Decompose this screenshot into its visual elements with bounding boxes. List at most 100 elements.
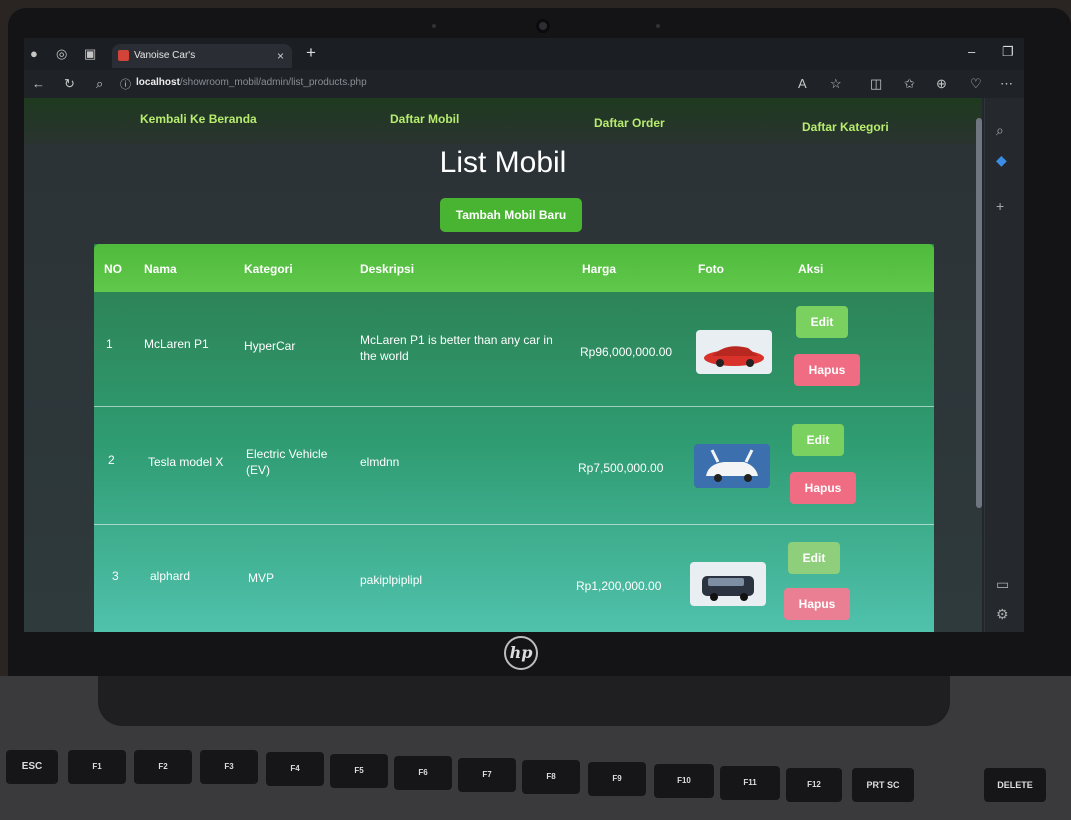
profile-icon[interactable]: ● [30, 46, 38, 61]
address-bar: ← ↻ ⌕ ⓘ localhost/showroom_mobil/admin/l… [24, 70, 1024, 98]
page-scrollbar[interactable] [976, 118, 982, 508]
nav-categories[interactable]: Daftar Kategori [802, 120, 889, 134]
row-name: McLaren P1 [144, 337, 209, 351]
car-image-icon [702, 576, 754, 601]
row-description: elmdnn [360, 455, 400, 469]
extensions-icon[interactable]: ♡ [970, 76, 982, 92]
workspaces-icon[interactable]: ◎ [56, 46, 67, 62]
header-category: Kategori [244, 262, 293, 276]
table-row: 1 McLaren P1 HyperCar McLaren P1 is bett… [94, 292, 934, 408]
url-field[interactable]: localhost/showroom_mobil/admin/list_prod… [136, 77, 367, 88]
sidebar-screen-icon[interactable]: ▭ [996, 576, 1009, 593]
reload-icon[interactable]: ↻ [64, 76, 75, 92]
laptop-hinge [98, 676, 950, 726]
header-price: Harga [582, 262, 617, 276]
bezel-dot [432, 24, 436, 28]
key-f3[interactable]: F3 [200, 750, 258, 784]
new-tab-icon[interactable]: + [306, 43, 316, 63]
web-page: Kembali Ke Beranda Daftar Mobil Daftar O… [24, 98, 982, 632]
header-actions: Aksi [798, 262, 824, 276]
nav-cars[interactable]: Daftar Mobil [390, 112, 459, 126]
bezel-dot [656, 24, 660, 28]
edge-sidebar: ⌕ ◆ + ▭ ⚙ [984, 98, 1024, 632]
nav-home[interactable]: Kembali Ke Beranda [140, 112, 257, 126]
row-no: 2 [108, 453, 115, 467]
row-category: Electric Vehicle (EV) [246, 447, 328, 477]
row-divider [94, 524, 934, 525]
sidebar-search-icon[interactable]: ⌕ [996, 122, 1004, 139]
sidebar-add-icon[interactable]: + [996, 198, 1004, 214]
key-esc[interactable]: ESC [6, 750, 58, 784]
close-tab-icon[interactable]: × [277, 44, 284, 68]
collections-icon[interactable]: ⊕ [936, 76, 947, 92]
header-no: NO [104, 262, 122, 276]
search-icon[interactable]: ⌕ [96, 76, 103, 92]
key-f9[interactable]: F9 [588, 762, 646, 796]
edit-button[interactable]: Edit [796, 306, 848, 338]
read-aloud-icon[interactable]: A [798, 76, 807, 91]
favicon-icon [118, 50, 129, 61]
key-f4[interactable]: F4 [266, 752, 324, 786]
car-image-icon [704, 346, 764, 367]
add-car-button[interactable]: Tambah Mobil Baru [440, 198, 582, 232]
favorites-icon[interactable]: ✩ [904, 76, 915, 92]
key-f2[interactable]: F2 [134, 750, 192, 784]
row-price: Rp1,200,000.00 [576, 579, 662, 593]
nav-orders[interactable]: Daftar Order [594, 116, 665, 130]
key-f12[interactable]: F12 [786, 768, 842, 802]
row-no: 3 [112, 569, 119, 583]
row-price: Rp7,500,000.00 [578, 461, 664, 475]
restore-icon[interactable]: ❐ [1002, 44, 1014, 60]
table-row: 2 Tesla model X Electric Vehicle (EV) el… [94, 408, 934, 524]
more-icon[interactable]: ⋯ [1000, 76, 1013, 92]
edit-button[interactable]: Edit [792, 424, 844, 456]
key-f11[interactable]: F11 [720, 766, 780, 800]
row-no: 1 [106, 337, 113, 351]
key-f10[interactable]: F10 [654, 764, 714, 798]
tab-title: Vanoise Car's [134, 50, 196, 61]
minimize-icon[interactable]: – [968, 44, 975, 59]
header-photo: Foto [698, 262, 724, 276]
hp-logo: hp [504, 636, 538, 670]
delete-button[interactable]: Hapus [790, 472, 856, 504]
key-f6[interactable]: F6 [394, 756, 452, 790]
row-category: MVP [248, 571, 275, 585]
table-header: NO Nama Kategori Deskripsi Harga Foto Ak… [94, 244, 934, 292]
row-description: McLaren P1 is better than any car in the… [360, 333, 553, 363]
top-navigation: Kembali Ke Beranda Daftar Mobil Daftar O… [24, 98, 982, 144]
split-screen-icon[interactable]: ◫ [870, 76, 882, 92]
cars-table: NO Nama Kategori Deskripsi Harga Foto Ak… [94, 244, 934, 632]
favorite-star-icon[interactable]: ☆ [830, 76, 842, 92]
key-f8[interactable]: F8 [522, 760, 580, 794]
url-host: localhost [136, 77, 180, 88]
back-icon[interactable]: ← [32, 76, 45, 91]
key-f1[interactable]: F1 [68, 750, 126, 784]
key-f7[interactable]: F7 [458, 758, 516, 792]
webcam [536, 19, 550, 33]
delete-button[interactable]: Hapus [784, 588, 850, 620]
browser-tab-bar: ● ◎ ▣ Vanoise Car's × + – ❐ [24, 38, 1024, 70]
key-delete[interactable]: DELETE [984, 768, 1046, 802]
sidebar-settings-icon[interactable]: ⚙ [996, 606, 1009, 623]
table-row: 3 alphard MVP pakiplpiplipl Rp1,200,000.… [94, 526, 934, 632]
info-icon[interactable]: ⓘ [120, 76, 131, 92]
tab-actions-icon[interactable]: ▣ [84, 46, 96, 62]
car-photo [694, 444, 770, 488]
screen: ● ◎ ▣ Vanoise Car's × + – ❐ ← ↻ ⌕ ⓘ loca… [24, 38, 1024, 632]
sidebar-tools-icon[interactable]: ◆ [996, 152, 1007, 169]
header-description: Deskripsi [360, 262, 415, 276]
row-name: Tesla model X [148, 455, 224, 469]
edit-button[interactable]: Edit [788, 542, 840, 574]
key-prtsc[interactable]: PRT SC [852, 768, 914, 802]
key-f5[interactable]: F5 [330, 754, 388, 788]
row-price: Rp96,000,000.00 [580, 345, 673, 359]
header-name: Nama [144, 262, 177, 276]
row-category: HyperCar [244, 339, 296, 353]
delete-button[interactable]: Hapus [794, 354, 860, 386]
row-description: pakiplpiplipl [360, 573, 423, 587]
car-photo [690, 562, 766, 606]
row-divider [94, 406, 934, 407]
tab-vanoise[interactable]: Vanoise Car's × [112, 44, 292, 68]
page-title: List Mobil [439, 146, 567, 179]
car-image-icon [706, 449, 758, 482]
